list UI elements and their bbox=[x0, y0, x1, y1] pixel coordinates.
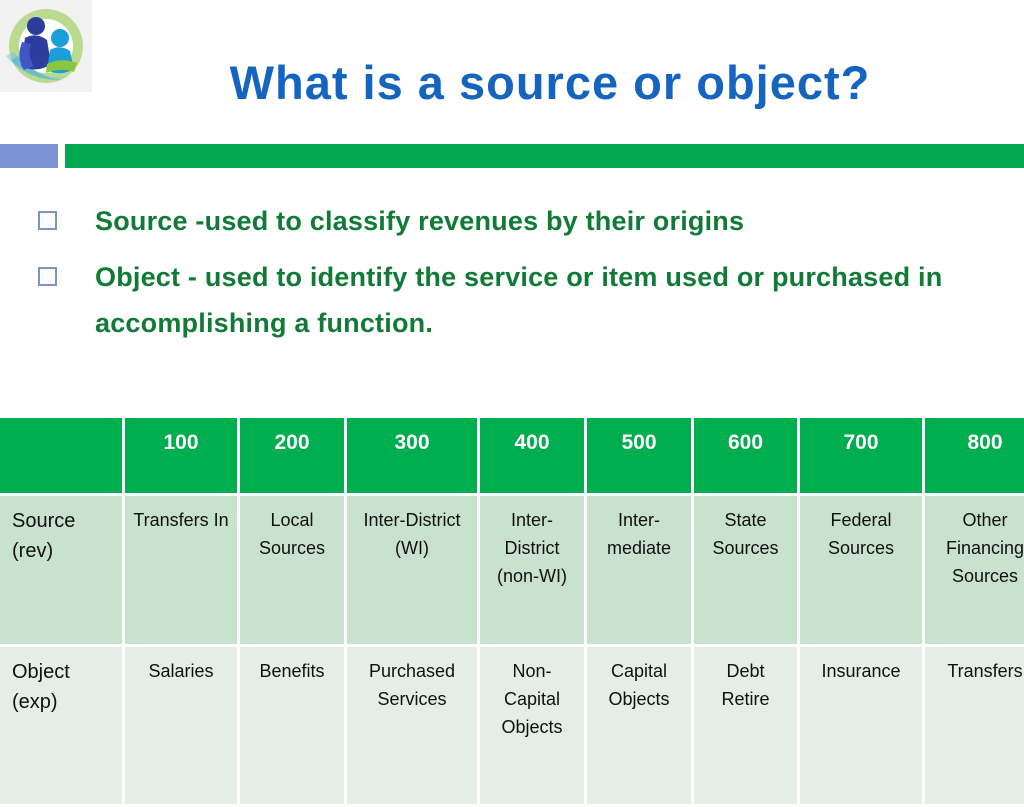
table-header-500: 500 bbox=[587, 418, 694, 496]
row-label-source-line2: (rev) bbox=[12, 540, 54, 562]
page-title: What is a source or object? bbox=[229, 56, 871, 109]
row-label-source: Source (rev) bbox=[0, 496, 125, 647]
table-header-400: 400 bbox=[480, 418, 587, 496]
table-cell-object-800: Transfers bbox=[925, 647, 1024, 807]
table-cell-object-100: Salaries bbox=[125, 647, 240, 807]
adult-and-child-reading-logo bbox=[0, 0, 92, 92]
table-cell-source-600: State Sources bbox=[694, 496, 800, 647]
table-cell-object-600: Debt Retire bbox=[694, 647, 800, 807]
organization-logo bbox=[0, 0, 92, 92]
table-cell-source-300: Inter-District (WI) bbox=[347, 496, 480, 647]
table-cell-object-300: Purchased Services bbox=[347, 647, 480, 807]
table-cell-source-100: Transfers In bbox=[125, 496, 240, 647]
divider-accent-block bbox=[0, 144, 58, 168]
hollow-square-bullet-icon bbox=[38, 211, 57, 230]
table-cell-object-400: Non-Capital Objects bbox=[480, 647, 587, 807]
table-header-row: 100 200 300 400 500 600 700 800 900 bbox=[0, 418, 1024, 496]
table-row-object: Object (exp) Salaries Benefits Purchased… bbox=[0, 647, 1024, 807]
table-header-600: 600 bbox=[694, 418, 800, 496]
table-cell-source-800: Other Financing Sources bbox=[925, 496, 1024, 647]
table-header-700: 700 bbox=[800, 418, 925, 496]
list-item: Object - used to identify the service or… bbox=[38, 254, 988, 346]
bullet-text: Source -used to classify revenues by the… bbox=[95, 206, 745, 236]
table-row-source: Source (rev) Transfers In Local Sources … bbox=[0, 496, 1024, 647]
table-header-300: 300 bbox=[347, 418, 480, 496]
list-item: Source -used to classify revenues by the… bbox=[38, 198, 988, 244]
table-header-100: 100 bbox=[125, 418, 240, 496]
bullet-text: Object - used to identify the service or… bbox=[95, 262, 943, 338]
table-cell-source-500: Inter-mediate bbox=[587, 496, 694, 647]
bullet-list: Source -used to classify revenues by the… bbox=[38, 198, 988, 356]
table-cell-object-700: Insurance bbox=[800, 647, 925, 807]
hollow-square-bullet-icon bbox=[38, 267, 57, 286]
table-cell-object-200: Benefits bbox=[240, 647, 347, 807]
row-label-object-line2: (exp) bbox=[12, 691, 58, 713]
source-object-table: 100 200 300 400 500 600 700 800 900 Sour… bbox=[0, 418, 1024, 807]
table-header-200: 200 bbox=[240, 418, 347, 496]
table-header-800: 800 bbox=[925, 418, 1024, 496]
table-cell-object-500: Capital Objects bbox=[587, 647, 694, 807]
row-label-object: Object (exp) bbox=[0, 647, 125, 807]
table-header-corner bbox=[0, 418, 125, 496]
divider-bar bbox=[65, 144, 1024, 168]
table-cell-source-700: Federal Sources bbox=[800, 496, 925, 647]
row-label-object-line1: Object bbox=[12, 661, 70, 683]
table-cell-source-200: Local Sources bbox=[240, 496, 347, 647]
table-cell-source-400: Inter-District (non-WI) bbox=[480, 496, 587, 647]
row-label-source-line1: Source bbox=[12, 510, 76, 532]
